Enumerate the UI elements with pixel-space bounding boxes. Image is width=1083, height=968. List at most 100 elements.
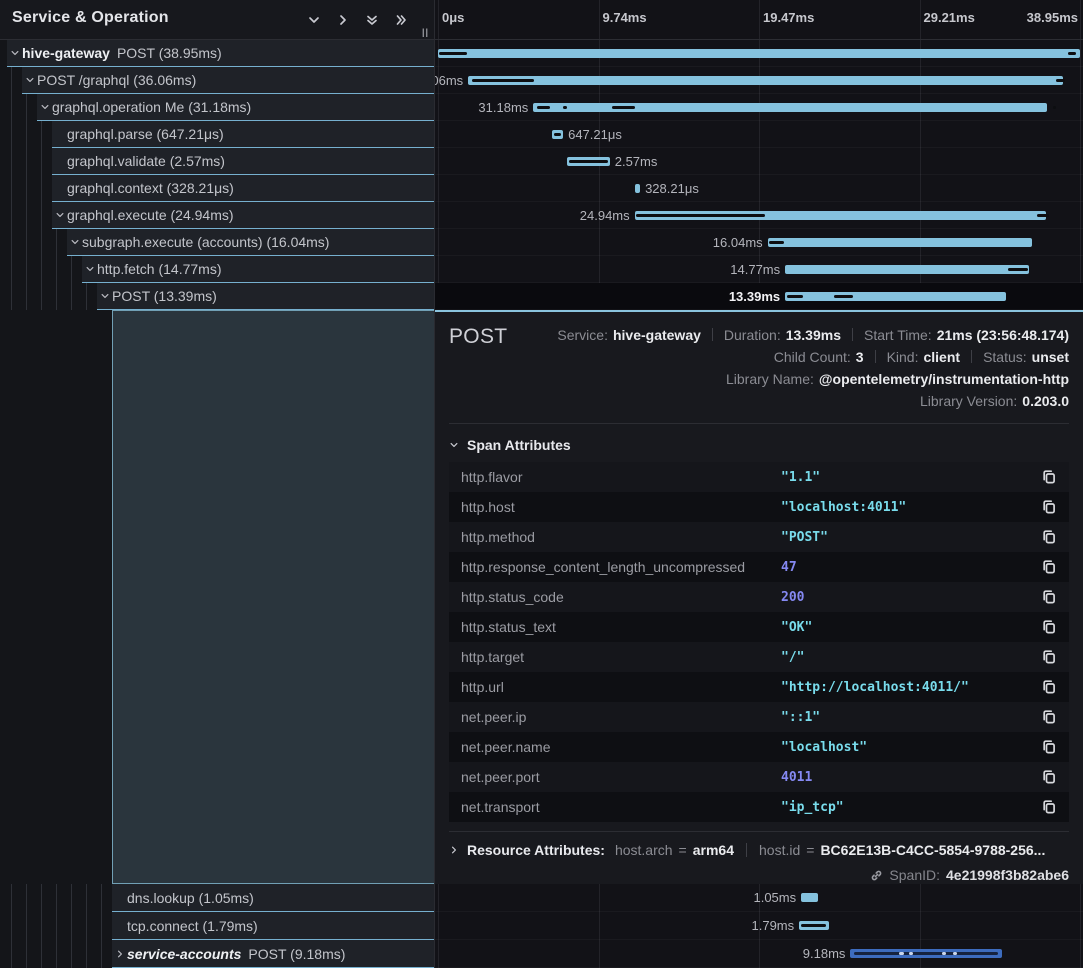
span-bar[interactable] [635, 184, 640, 193]
resource-attributes-toggle[interactable]: Resource Attributes: host.arch=arm64host… [449, 842, 1069, 858]
tree-row[interactable]: POST (13.39ms) [0, 283, 434, 310]
tree-row[interactable]: graphql.execute (24.94ms) [0, 202, 434, 229]
operation-label: subgraph.execute (accounts) (16.04ms) [82, 234, 329, 250]
timeline-tick-label: 29.21ms [924, 10, 975, 25]
span-bar[interactable] [785, 265, 1028, 274]
collapse-one-icon[interactable] [307, 13, 321, 27]
duration-label: 31.18ms [478, 94, 528, 121]
span-overview: Service:hive-gatewayDuration:13.39msStar… [507, 322, 1069, 410]
copy-icon[interactable] [1041, 589, 1057, 605]
tree-row[interactable]: hive-gatewayPOST (38.95ms) [0, 40, 434, 67]
chevron-down-icon[interactable] [37, 102, 52, 112]
waterfall-row[interactable]: 16.04ms [435, 229, 1083, 256]
copy-icon[interactable] [1041, 799, 1057, 815]
tree-row[interactable]: graphql.parse (647.21μs) [0, 121, 434, 148]
indent-guide [41, 229, 42, 256]
attribute-key: http.method [461, 529, 781, 545]
copy-icon[interactable] [1041, 559, 1057, 575]
waterfall-row[interactable]: 1.79ms [435, 912, 1083, 940]
waterfall-row[interactable]: 31.18ms [435, 94, 1083, 121]
tree-row-content: service-accountsPOST (9.18ms) [112, 940, 434, 968]
tree-row[interactable]: graphql.validate (2.57ms) [0, 148, 434, 175]
tree-row[interactable]: graphql.context (328.21μs) [0, 175, 434, 202]
indent-guide [56, 256, 57, 283]
copy-icon[interactable] [1041, 679, 1057, 695]
indent-guide [26, 940, 27, 968]
service-name: hive-gateway [22, 45, 110, 61]
link-icon[interactable] [870, 869, 883, 882]
indent-guide [56, 884, 57, 912]
tree-row[interactable]: graphql.operation Me (31.18ms) [0, 94, 434, 121]
indent-guide [71, 940, 72, 968]
span-bar[interactable] [768, 238, 1032, 247]
span-tree-top: hive-gatewayPOST (38.95ms)POST /graphql … [0, 40, 434, 310]
span-bar[interactable] [567, 157, 609, 166]
waterfall-row[interactable]: 36.06ms [435, 67, 1083, 94]
waterfall-row[interactable]: 14.77ms [435, 256, 1083, 283]
waterfall-row[interactable]: 1.05ms [435, 884, 1083, 912]
duration-label: 36.06ms [435, 67, 463, 94]
span-bar[interactable] [850, 949, 1001, 958]
duration-label: 1.05ms [753, 884, 796, 912]
chevron-down-icon[interactable] [52, 210, 67, 220]
tree-row-content: graphql.operation Me (31.18ms) [37, 94, 434, 121]
expand-all-icon[interactable] [394, 13, 408, 27]
span-bar[interactable] [552, 130, 563, 139]
copy-icon[interactable] [1041, 769, 1057, 785]
timeline-tick-label: 38.95ms [1027, 10, 1078, 25]
copy-icon[interactable] [1041, 469, 1057, 485]
attribute-row: http.host"localhost:4011" [449, 492, 1069, 522]
indent-guide [11, 229, 12, 256]
span-attributes-toggle[interactable]: Span Attributes [449, 437, 1069, 453]
tree-row[interactable]: service-accountsPOST (9.18ms) [0, 940, 434, 968]
overview-field-label: Status: [983, 349, 1027, 365]
waterfall-row[interactable]: 24.94ms [435, 202, 1083, 229]
span-bar[interactable] [438, 49, 1080, 58]
operation-label: graphql.validate (2.57ms) [67, 153, 225, 169]
chevron-down-icon[interactable] [82, 264, 97, 274]
indent-gutter [0, 175, 52, 202]
copy-icon[interactable] [1041, 739, 1057, 755]
expand-one-icon[interactable] [336, 13, 350, 27]
chevron-down-icon[interactable] [7, 48, 22, 58]
span-bar[interactable] [635, 211, 1046, 220]
tree-row[interactable]: http.fetch (14.77ms) [0, 256, 434, 283]
chevron-right-icon[interactable] [112, 949, 127, 959]
waterfall-row[interactable]: 647.21μs [435, 121, 1083, 148]
copy-icon[interactable] [1041, 649, 1057, 665]
indent-guide [11, 67, 12, 94]
tree-row[interactable]: dns.lookup (1.05ms) [0, 884, 434, 912]
span-bar[interactable] [533, 103, 1047, 112]
span-bar[interactable] [785, 292, 1006, 301]
chevron-down-icon[interactable] [67, 237, 82, 247]
child-span-marker [554, 133, 561, 136]
span-bar[interactable] [468, 76, 1062, 85]
waterfall-row[interactable]: 2.57ms [435, 148, 1083, 175]
waterfall-row[interactable]: 38.95ms [435, 40, 1083, 67]
child-span-marker [1008, 268, 1028, 271]
copy-icon[interactable] [1041, 499, 1057, 515]
operation-label: graphql.parse (647.21μs) [67, 126, 224, 142]
waterfall-row[interactable]: 13.39ms [435, 283, 1083, 310]
indent-guide [11, 283, 12, 310]
tree-row[interactable]: tcp.connect (1.79ms) [0, 912, 434, 940]
waterfall-row[interactable]: 328.21μs [435, 175, 1083, 202]
tree-row[interactable]: POST /graphql (36.06ms) [0, 67, 434, 94]
copy-icon[interactable] [1041, 709, 1057, 725]
column-resizer-handle[interactable]: || [422, 27, 429, 37]
attribute-key: http.host [461, 499, 781, 515]
waterfall-row[interactable]: 9.18ms [435, 940, 1083, 968]
child-span-marker [537, 106, 550, 109]
copy-icon[interactable] [1041, 529, 1057, 545]
copy-icon[interactable] [1041, 619, 1057, 635]
collapse-all-icon[interactable] [365, 13, 379, 27]
chevron-down-icon[interactable] [97, 291, 112, 301]
tree-row[interactable]: subgraph.execute (accounts) (16.04ms) [0, 229, 434, 256]
chevron-down-icon[interactable] [22, 75, 37, 85]
waterfall-panel: 0μs9.74ms19.47ms29.21ms38.95ms 38.95ms36… [435, 0, 1083, 968]
divider [852, 328, 853, 341]
indent-guide [26, 148, 27, 175]
span-bar[interactable] [801, 893, 818, 902]
indent-guide [56, 912, 57, 940]
span-bar[interactable] [799, 921, 829, 930]
